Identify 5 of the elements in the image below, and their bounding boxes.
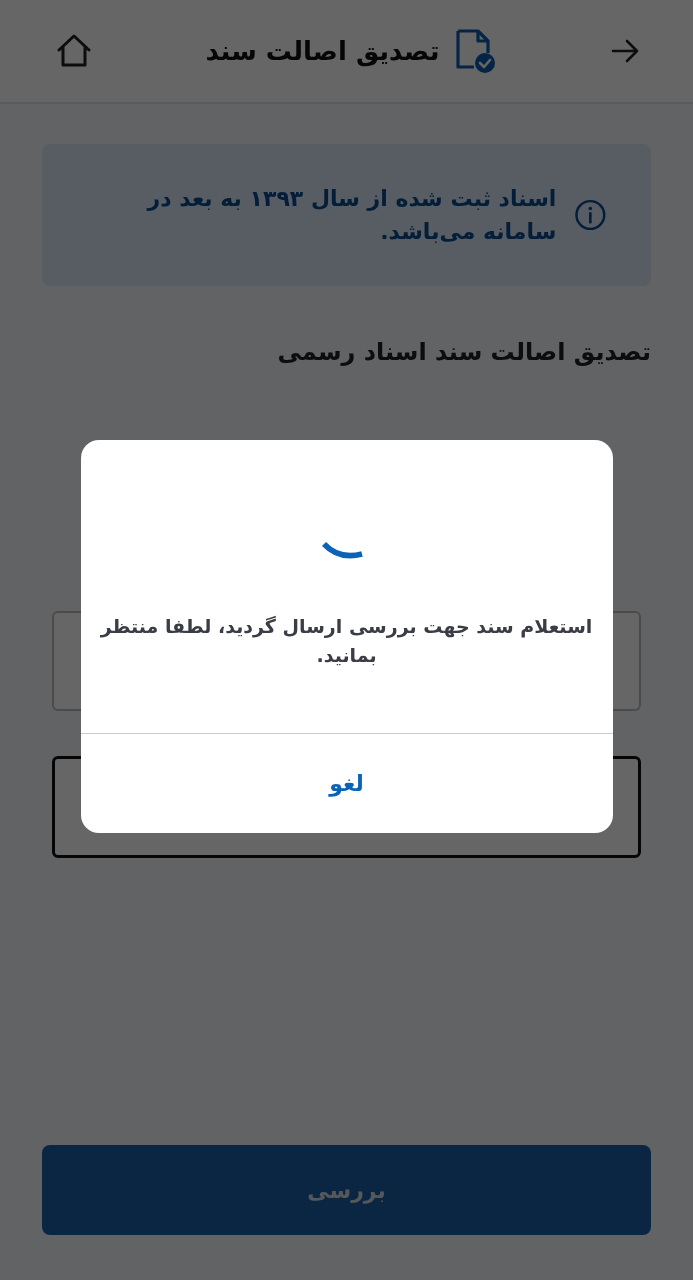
section-title: تصدیق اصالت سند اسناد رسمی <box>276 338 651 366</box>
dialog-message: استعلام سند جهت بررسی ارسال گردید، لطفا منتظر بمانید. <box>99 614 594 668</box>
info-text: اسناد ثبت شده از سال ۱۳۹۳ به بعد در سامانه می‌باشد. <box>145 185 557 246</box>
cancel-button[interactable]: لغو <box>80 734 613 833</box>
page-title: تصدیق اصالت سند <box>205 36 440 66</box>
